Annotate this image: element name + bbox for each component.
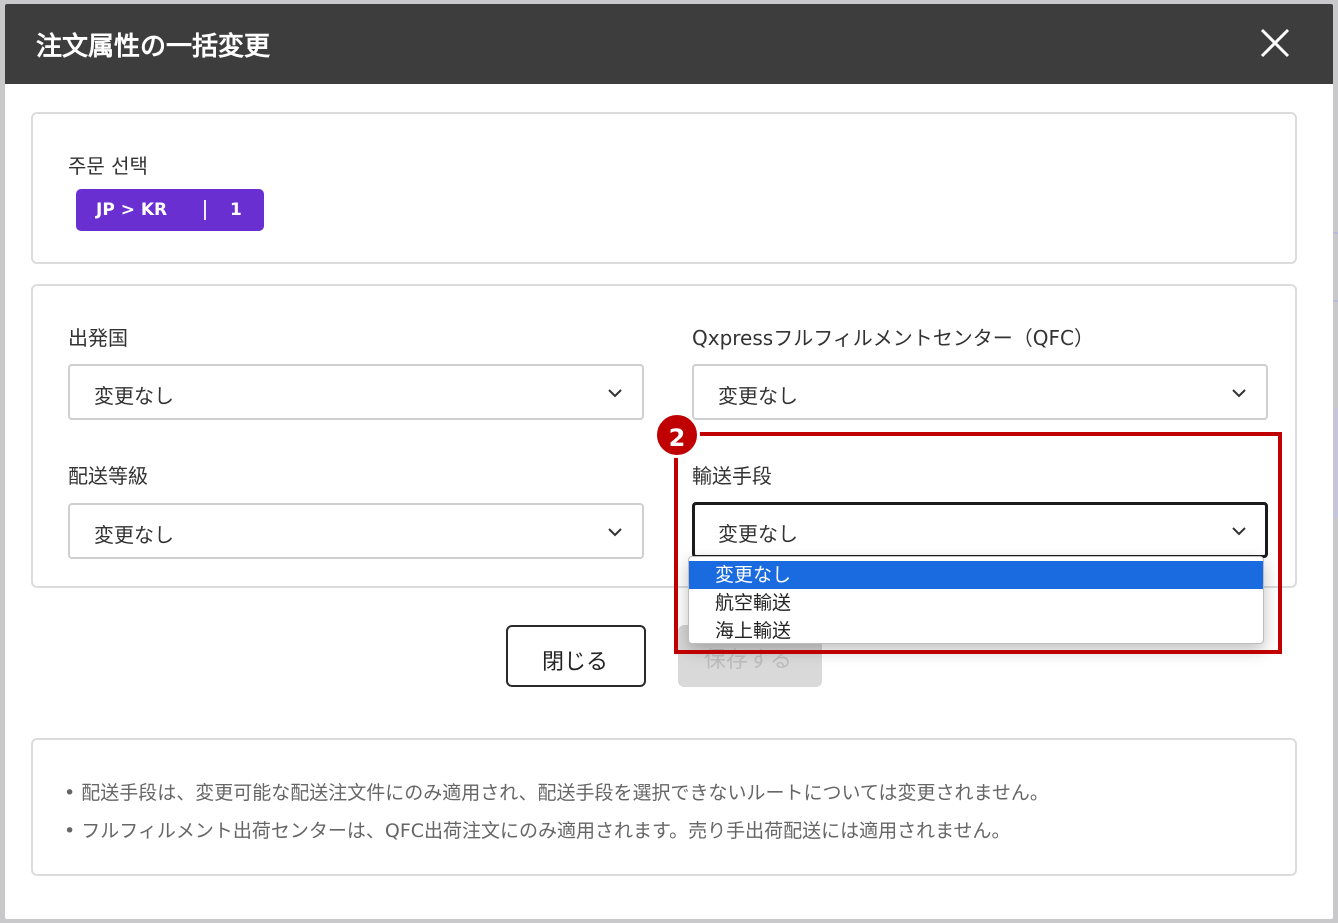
qfc-select-value: 変更なし [718, 384, 798, 408]
step-number-badge: 2 [654, 412, 700, 458]
chevron-down-icon [1232, 389, 1246, 398]
transport-option-sea[interactable]: 海上輸送 [689, 617, 1263, 643]
chip-route-text: JP > KR [96, 200, 168, 220]
close-icon[interactable] [1258, 26, 1292, 60]
chevron-down-icon [608, 528, 622, 537]
chevron-down-icon [1232, 527, 1246, 536]
chip-divider [204, 200, 206, 220]
order-select-card [31, 112, 1297, 264]
qfc-select[interactable]: 変更なし [692, 364, 1268, 420]
modal-title: 注文属性の一括変更 [36, 32, 271, 62]
order-select-label: 주문 선택 [68, 154, 148, 178]
order-route-chip[interactable]: JP > KR 1 [76, 189, 264, 231]
note-item: • 配送手段は、変更可能な配送注文件にのみ適用され、配送手段を選択できないルート… [64, 782, 1049, 804]
shipping-grade-select[interactable]: 変更なし [68, 503, 644, 559]
chip-count: 1 [230, 200, 242, 220]
save-button-label: 保存する [704, 648, 793, 673]
origin-select-value: 変更なし [94, 384, 174, 408]
shipping-grade-select-value: 変更なし [94, 523, 174, 547]
background-divider [1333, 300, 1338, 302]
close-button[interactable]: 閉じる [506, 625, 646, 687]
note-item: • フルフィルメント出荷センターは、QFC出荷注文にのみ適用されます。売り手出荷… [64, 820, 1011, 842]
notes-card [31, 738, 1297, 876]
close-button-label: 閉じる [542, 650, 609, 675]
qfc-label: Qxpressフルフィルメントセンター（QFC） [692, 326, 1095, 350]
chevron-down-icon [608, 389, 622, 398]
origin-label: 出発国 [68, 326, 128, 350]
transport-option-air[interactable]: 航空輸送 [689, 589, 1263, 617]
modal-header: 注文属性の一括変更 [5, 4, 1333, 84]
transport-dropdown-list: 変更なし 航空輸送 海上輸送 [688, 556, 1264, 644]
transport-label: 輸送手段 [692, 464, 772, 488]
transport-select-value: 変更なし [718, 522, 798, 546]
shipping-grade-label: 配送等級 [68, 464, 148, 488]
background-divider [1333, 232, 1338, 234]
background-divider [1333, 408, 1338, 518]
transport-option-no-change[interactable]: 変更なし [689, 561, 1263, 589]
transport-select[interactable]: 変更なし [692, 502, 1268, 558]
origin-select[interactable]: 変更なし [68, 364, 644, 420]
